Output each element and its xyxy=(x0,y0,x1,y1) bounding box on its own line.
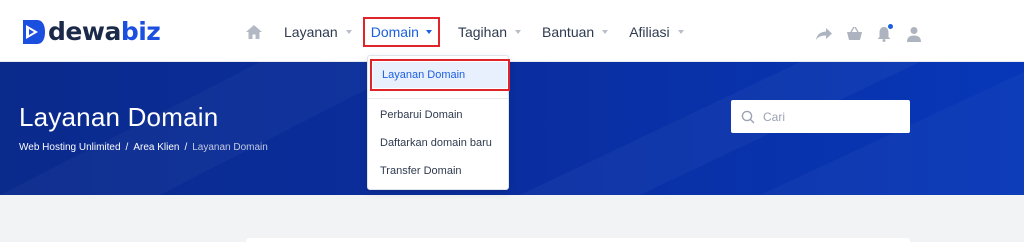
nav-item-label: Bantuan xyxy=(542,24,595,40)
nav-item-bantuan[interactable]: Bantuan xyxy=(542,17,609,47)
top-navbar: dewabiz Layanan Domain Tagihan Bantuan A… xyxy=(0,0,1024,62)
user-icon[interactable] xyxy=(905,25,923,43)
brand-name-part1: dewa xyxy=(48,17,121,46)
chevron-down-icon xyxy=(345,30,352,34)
brand-logo[interactable]: dewabiz xyxy=(17,16,161,48)
nav-item-label: Layanan xyxy=(284,24,338,40)
share-arrow-icon[interactable] xyxy=(815,25,833,43)
home-icon[interactable] xyxy=(246,23,264,41)
breadcrumb: Web Hosting Unlimited / Area Klien / Lay… xyxy=(19,142,268,153)
search-box[interactable] xyxy=(731,100,910,133)
nav-utility-icons xyxy=(815,24,935,43)
page-header-banner: Layanan Domain Web Hosting Unlimited / A… xyxy=(0,62,1024,195)
chevron-down-icon xyxy=(602,30,609,34)
content-card xyxy=(246,238,910,242)
nav-item-label: Domain xyxy=(370,24,419,40)
dropdown-item-transfer-domain[interactable]: Transfer Domain xyxy=(368,160,508,182)
dropdown-item-perbarui-domain[interactable]: Perbarui Domain xyxy=(368,104,508,126)
breadcrumb-link-home[interactable]: Web Hosting Unlimited xyxy=(19,142,121,153)
notification-dot xyxy=(888,24,893,29)
dropdown-item-label: Daftarkan domain baru xyxy=(380,137,492,149)
breadcrumb-separator: / xyxy=(184,142,188,153)
breadcrumb-link-area-klien[interactable]: Area Klien xyxy=(133,142,179,153)
page-title: Layanan Domain xyxy=(19,102,219,132)
dropdown-divider xyxy=(368,98,508,99)
bell-icon[interactable] xyxy=(875,24,893,43)
nav-item-label: Afiliasi xyxy=(629,24,670,40)
chevron-down-icon xyxy=(515,30,522,34)
dropdown-item-layanan-domain[interactable]: Layanan Domain xyxy=(370,59,510,91)
chevron-down-icon xyxy=(677,30,684,34)
nav-item-label: Tagihan xyxy=(457,24,508,40)
breadcrumb-current: Layanan Domain xyxy=(192,142,268,153)
search-icon xyxy=(741,110,755,123)
nav-item-domain[interactable]: Domain xyxy=(362,17,440,47)
dropdown-item-label: Layanan Domain xyxy=(382,69,466,81)
nav-item-tagihan[interactable]: Tagihan xyxy=(457,17,522,47)
search-input[interactable] xyxy=(763,109,903,124)
dropdown-item-label: Transfer Domain xyxy=(380,165,462,177)
brand-name: dewabiz xyxy=(48,17,161,47)
nav-item-afiliasi[interactable]: Afiliasi xyxy=(629,17,684,47)
nav-item-layanan[interactable]: Layanan xyxy=(284,17,352,47)
dropdown-item-label: Perbarui Domain xyxy=(380,109,463,121)
basket-icon[interactable] xyxy=(845,25,863,43)
dropdown-item-daftarkan-domain-baru[interactable]: Daftarkan domain baru xyxy=(368,132,508,154)
chevron-down-icon xyxy=(425,30,432,34)
brand-name-part2: biz xyxy=(120,17,161,46)
breadcrumb-separator: / xyxy=(125,142,129,153)
domain-dropdown-menu: Layanan Domain Perbarui Domain Daftarkan… xyxy=(367,55,510,190)
main-nav: Layanan Domain Tagihan Bantuan Afiliasi xyxy=(246,17,705,47)
dewabiz-logo-icon xyxy=(23,20,45,44)
